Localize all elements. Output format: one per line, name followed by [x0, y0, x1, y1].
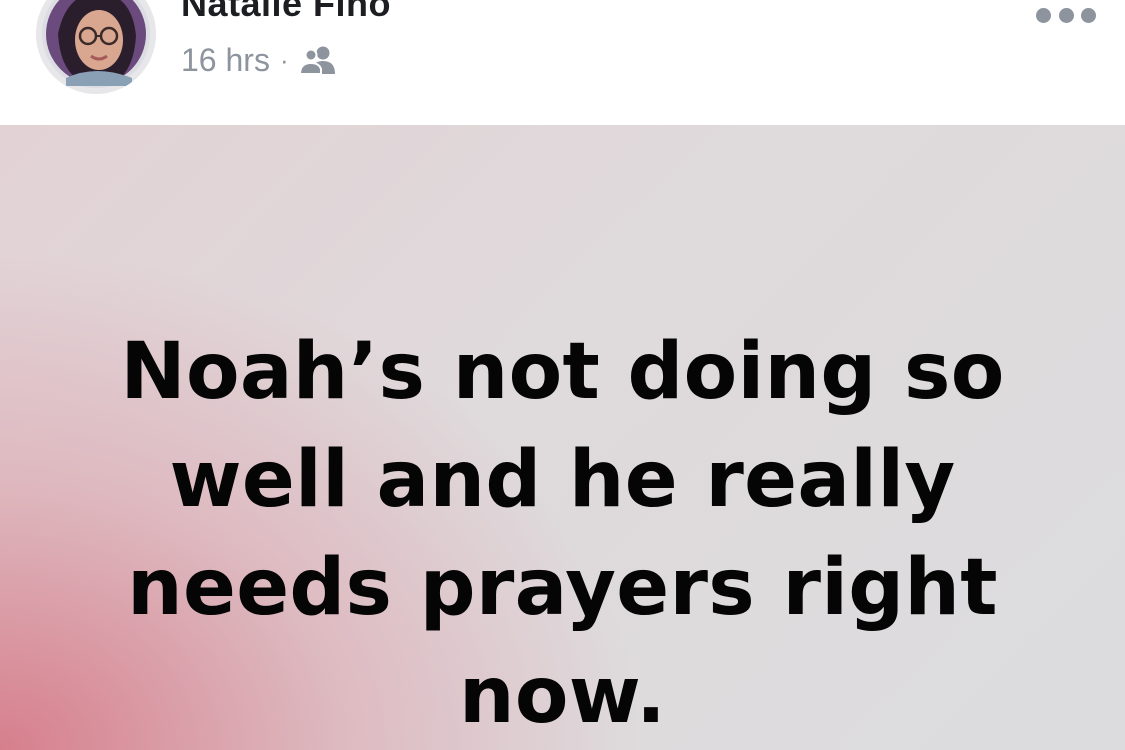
- meta-separator: ·: [279, 45, 289, 75]
- facebook-post: Natalie Fino 16 hrs · Noah’s not doing s…: [0, 0, 1125, 750]
- post-header: Natalie Fino 16 hrs ·: [0, 0, 1125, 125]
- more-options-icon[interactable]: [1036, 0, 1096, 30]
- more-dot: [1036, 7, 1051, 23]
- more-dot: [1081, 7, 1096, 23]
- author-name[interactable]: Natalie Fino: [181, 0, 391, 24]
- status-text: Noah’s not doing so well and he really n…: [120, 327, 1005, 741]
- avatar-photo: [36, 0, 156, 94]
- friends-icon[interactable]: [298, 45, 337, 75]
- author-avatar[interactable]: [36, 0, 156, 94]
- more-dot: [1058, 7, 1074, 23]
- post-meta: 16 hrs ·: [181, 40, 337, 80]
- post-timestamp[interactable]: 16 hrs: [181, 42, 270, 79]
